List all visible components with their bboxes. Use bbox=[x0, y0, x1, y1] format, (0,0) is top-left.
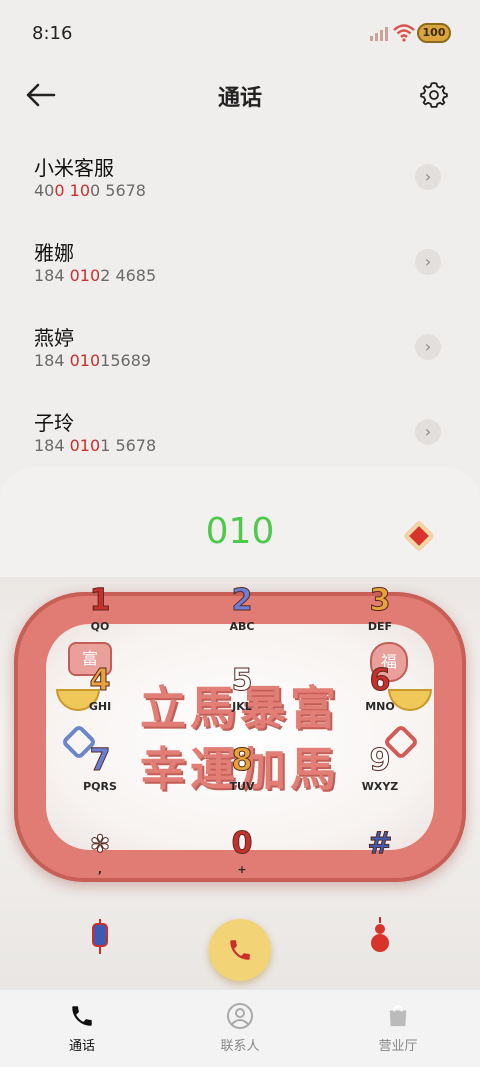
tab-service-hall-label: 营业厅 bbox=[378, 1039, 418, 1054]
page-title: 通话 bbox=[217, 86, 262, 111]
chevron-right-icon[interactable]: › bbox=[415, 249, 441, 275]
settings-gear-icon[interactable] bbox=[420, 80, 448, 108]
chevron-right-icon[interactable]: › bbox=[415, 164, 441, 190]
gourd-charm-icon bbox=[371, 917, 389, 952]
contact-name: 子玲 bbox=[34, 411, 74, 435]
key-star[interactable]: ✽ , bbox=[60, 827, 140, 903]
tab-contacts[interactable]: 联系人 bbox=[190, 1002, 290, 1054]
chevron-right-icon[interactable]: › bbox=[415, 334, 441, 360]
status-bar: 8:16 100 bbox=[0, 0, 480, 66]
key-5[interactable]: 5 JKL bbox=[202, 663, 282, 740]
key-hash[interactable]: # bbox=[340, 826, 420, 903]
signal-icon bbox=[370, 27, 388, 41]
contact-name: 燕婷 bbox=[34, 326, 74, 350]
phone-icon bbox=[230, 940, 250, 960]
contact-number: 184 01015689 bbox=[34, 351, 152, 370]
battery-icon: 100 bbox=[417, 23, 451, 43]
status-time: 8:16 bbox=[32, 23, 73, 44]
wifi-icon bbox=[393, 24, 415, 42]
contact-number: 400 100 5678 bbox=[34, 181, 146, 200]
dial-pad-panel: 立馬暴富 幸運加馬 富 福 010 1 QO 2 ABC 3 DEF 4 GHI… bbox=[0, 467, 480, 989]
key-2[interactable]: 2 ABC bbox=[202, 583, 282, 660]
key-8[interactable]: 8 TUV bbox=[202, 743, 282, 820]
key-1[interactable]: 1 QO bbox=[60, 583, 140, 660]
contact-name: 雅娜 bbox=[34, 241, 74, 265]
contacts-icon bbox=[227, 1003, 253, 1029]
key-3[interactable]: 3 DEF bbox=[340, 583, 420, 660]
contact-row[interactable]: 小米客服 400 100 5678 › bbox=[0, 140, 480, 225]
lantern-icon bbox=[92, 919, 108, 954]
shopping-bag-icon bbox=[389, 1005, 407, 1027]
key-6[interactable]: 6 MNO bbox=[340, 663, 420, 740]
tab-calls[interactable]: 通话 bbox=[32, 1002, 132, 1054]
bottom-nav: 通话 联系人 营业厅 bbox=[0, 989, 480, 1067]
contact-number: 184 0101 5678 bbox=[34, 436, 157, 455]
key-4[interactable]: 4 GHI bbox=[60, 663, 140, 740]
contact-row[interactable]: 雅娜 184 0102 4685 › bbox=[0, 225, 480, 310]
contact-row[interactable]: 燕婷 184 01015689 › bbox=[0, 310, 480, 395]
tab-calls-label: 通话 bbox=[68, 1039, 95, 1054]
key-0[interactable]: 0 + bbox=[202, 826, 282, 903]
contact-name: 小米客服 bbox=[34, 156, 114, 180]
phone-icon bbox=[72, 1006, 92, 1026]
contact-number: 184 0102 4685 bbox=[34, 266, 157, 285]
chevron-right-icon[interactable]: › bbox=[415, 419, 441, 445]
key-7[interactable]: 7 PQRS bbox=[60, 743, 140, 820]
call-button[interactable] bbox=[209, 919, 271, 981]
app-header: 通话 bbox=[0, 66, 480, 126]
key-9[interactable]: 9 WXYZ bbox=[340, 743, 420, 820]
contact-list: 小米客服 400 100 5678 › 雅娜 184 0102 4685 › 燕… bbox=[0, 140, 480, 480]
tab-contacts-label: 联系人 bbox=[220, 1039, 260, 1054]
tab-service-hall[interactable]: 营业厅 bbox=[348, 1002, 448, 1054]
